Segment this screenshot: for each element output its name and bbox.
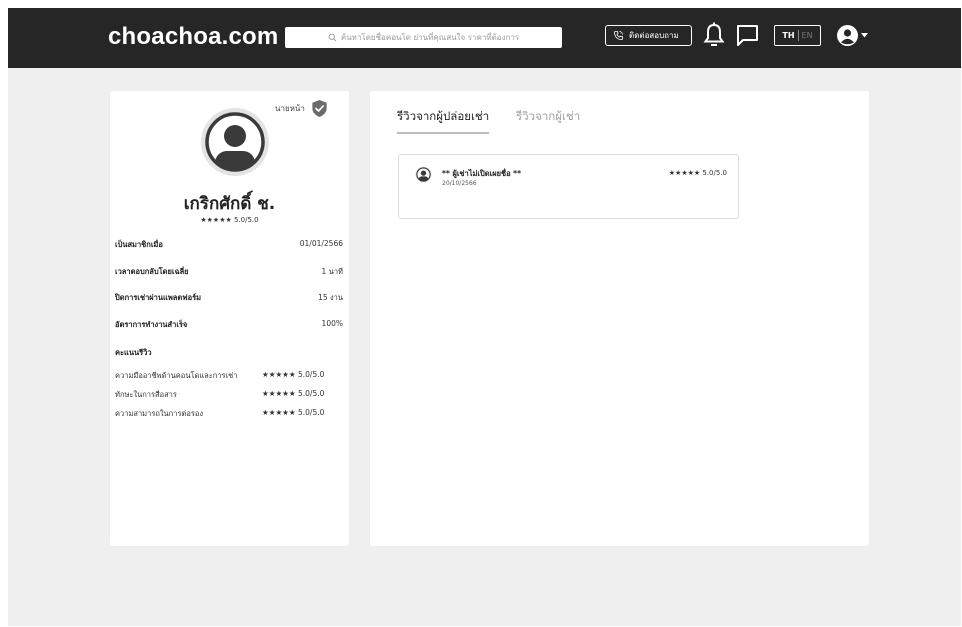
contact-label: ติดต่อสอบถาม (629, 31, 679, 40)
page-frame: choachoa.com ค้นหาโดยชื่อคอนโด ย่านที่คุ… (8, 8, 961, 626)
verified-agent-badge: นายหน้า (275, 99, 329, 118)
stat-label: เวลาตอบกลับโดยเฉลี่ย (115, 267, 189, 276)
score-value: ★★★★★ 5.0/5.0 (262, 389, 325, 398)
avatar-icon (201, 108, 269, 176)
review-date: 20/10/2566 (442, 180, 477, 187)
stat-value: 01/01/2566 (299, 239, 343, 248)
top-navbar: choachoa.com ค้นหาโดยชื่อคอนโด ย่านที่คุ… (8, 8, 961, 68)
language-switch[interactable]: TH EN (774, 25, 821, 46)
review-item: ** ผู้เช่าไม่เปิดเผยชื่อ ** 20/10/2566 ★… (398, 154, 739, 219)
search-input[interactable]: ค้นหาโดยชื่อคอนโด ย่านที่คุณสนใจ ราคาที่… (285, 27, 562, 48)
stat-label: ปิดการเช่าผ่านแพลตฟอร์ม (115, 293, 202, 302)
score-row: ทักษะในการสื่อสาร ★★★★★ 5.0/5.0 (115, 389, 335, 401)
agent-name: เกริกศักดิ์ ช. (183, 194, 276, 214)
avatar-icon (415, 166, 432, 183)
verified-check-icon (312, 99, 327, 118)
search-placeholder: ค้นหาโดยชื่อคอนโด ย่านที่คุณสนใจ ราคาที่… (340, 33, 520, 42)
stat-value: 1 นาที (321, 267, 343, 276)
lang-th-option[interactable]: TH (782, 31, 794, 40)
reviews-panel: รีวิวจากผู้ปล่อยเช่า รีวิวจากผู้เช่า ** … (370, 91, 869, 546)
user-icon (837, 24, 858, 46)
tab-landlord-reviews[interactable]: รีวิวจากผู้ปล่อยเช่า (397, 108, 490, 134)
site-logo[interactable]: choachoa.com (108, 23, 278, 51)
score-value: ★★★★★ 5.0/5.0 (262, 370, 325, 379)
agent-profile-card: นายหน้า เกริกศักดิ์ ช. ★★★★★ 5.0/5.0 เป็… (110, 91, 349, 546)
chat-icon[interactable] (736, 24, 759, 47)
lang-en-option[interactable]: EN (802, 31, 813, 40)
contact-button[interactable]: ติดต่อสอบถาม (605, 25, 692, 46)
review-scores-title: คะแนนรีวิว (115, 348, 152, 357)
review-rating: ★★★★★ 5.0/5.0 (668, 169, 727, 177)
tab-tenant-reviews[interactable]: รีวิวจากผู้เช่า (516, 108, 580, 126)
search-icon (328, 33, 337, 42)
stat-row: เป็นสมาชิกเมื่อ 01/01/2566 (115, 239, 343, 251)
score-row: ความสามารถในการต่อรอง ★★★★★ 5.0/5.0 (115, 408, 335, 420)
score-value: ★★★★★ 5.0/5.0 (262, 408, 325, 417)
stat-label: เป็นสมาชิกเมื่อ (115, 240, 163, 249)
score-row: ความมืออาชีพด้านคอนโดและการเช่า ★★★★★ 5.… (115, 370, 335, 382)
stat-row: เวลาตอบกลับโดยเฉลี่ย 1 นาที (115, 266, 343, 278)
stat-value: 100% (321, 319, 343, 328)
bell-icon[interactable] (703, 22, 725, 48)
user-menu[interactable] (837, 23, 872, 47)
score-label: ความสามารถในการต่อรอง (115, 409, 204, 418)
stat-label: อัตราการทำงานสำเร็จ (115, 320, 188, 329)
score-label: ทักษะในการสื่อสาร (115, 390, 177, 399)
badge-label: นายหน้า (275, 104, 305, 113)
stat-value: 15 งาน (318, 293, 343, 302)
reviewer-name: ** ผู้เช่าไม่เปิดเผยชื่อ ** (442, 169, 522, 178)
lang-divider (797, 30, 799, 41)
stat-row: อัตราการทำงานสำเร็จ 100% (115, 319, 343, 331)
score-label: ความมืออาชีพด้านคอนโดและการเช่า (115, 371, 238, 380)
phone-icon (613, 30, 624, 41)
agent-rating: ★★★★★ 5.0/5.0 (200, 216, 259, 224)
chevron-down-icon (861, 32, 868, 37)
stat-row: ปิดการเช่าผ่านแพลตฟอร์ม 15 งาน (115, 292, 343, 304)
